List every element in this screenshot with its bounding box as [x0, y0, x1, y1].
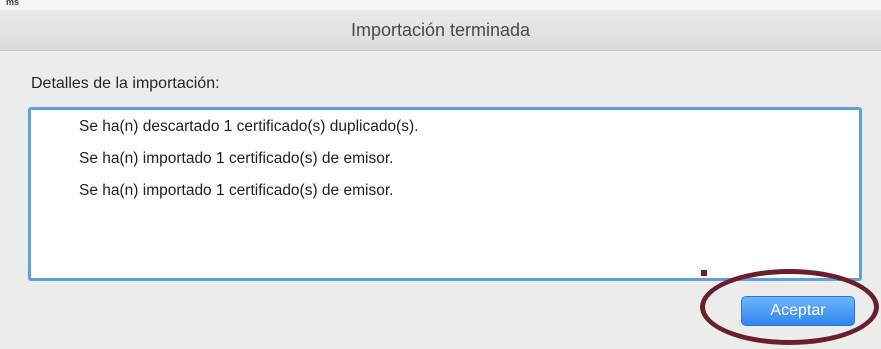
details-line: Se ha(n) descartado 1 certificado(s) dup… — [79, 118, 419, 135]
details-line: Se ha(n) importado 1 certificado(s) de e… — [79, 150, 394, 167]
import-finished-dialog: ms Importación terminada Detalles de la … — [0, 0, 881, 349]
dialog-title: Importación terminada — [350, 20, 531, 40]
details-line: Se ha(n) importado 1 certificado(s) de e… — [79, 182, 394, 199]
details-label: Detalles de la importación: — [31, 75, 220, 92]
accept-button[interactable]: Aceptar — [741, 296, 855, 326]
dialog-titlebar: Importación terminada — [0, 10, 881, 51]
annotation-dot — [701, 270, 707, 276]
background-text-fragment: ms — [6, 0, 20, 7]
details-text-area[interactable]: Se ha(n) descartado 1 certificado(s) dup… — [28, 107, 862, 281]
